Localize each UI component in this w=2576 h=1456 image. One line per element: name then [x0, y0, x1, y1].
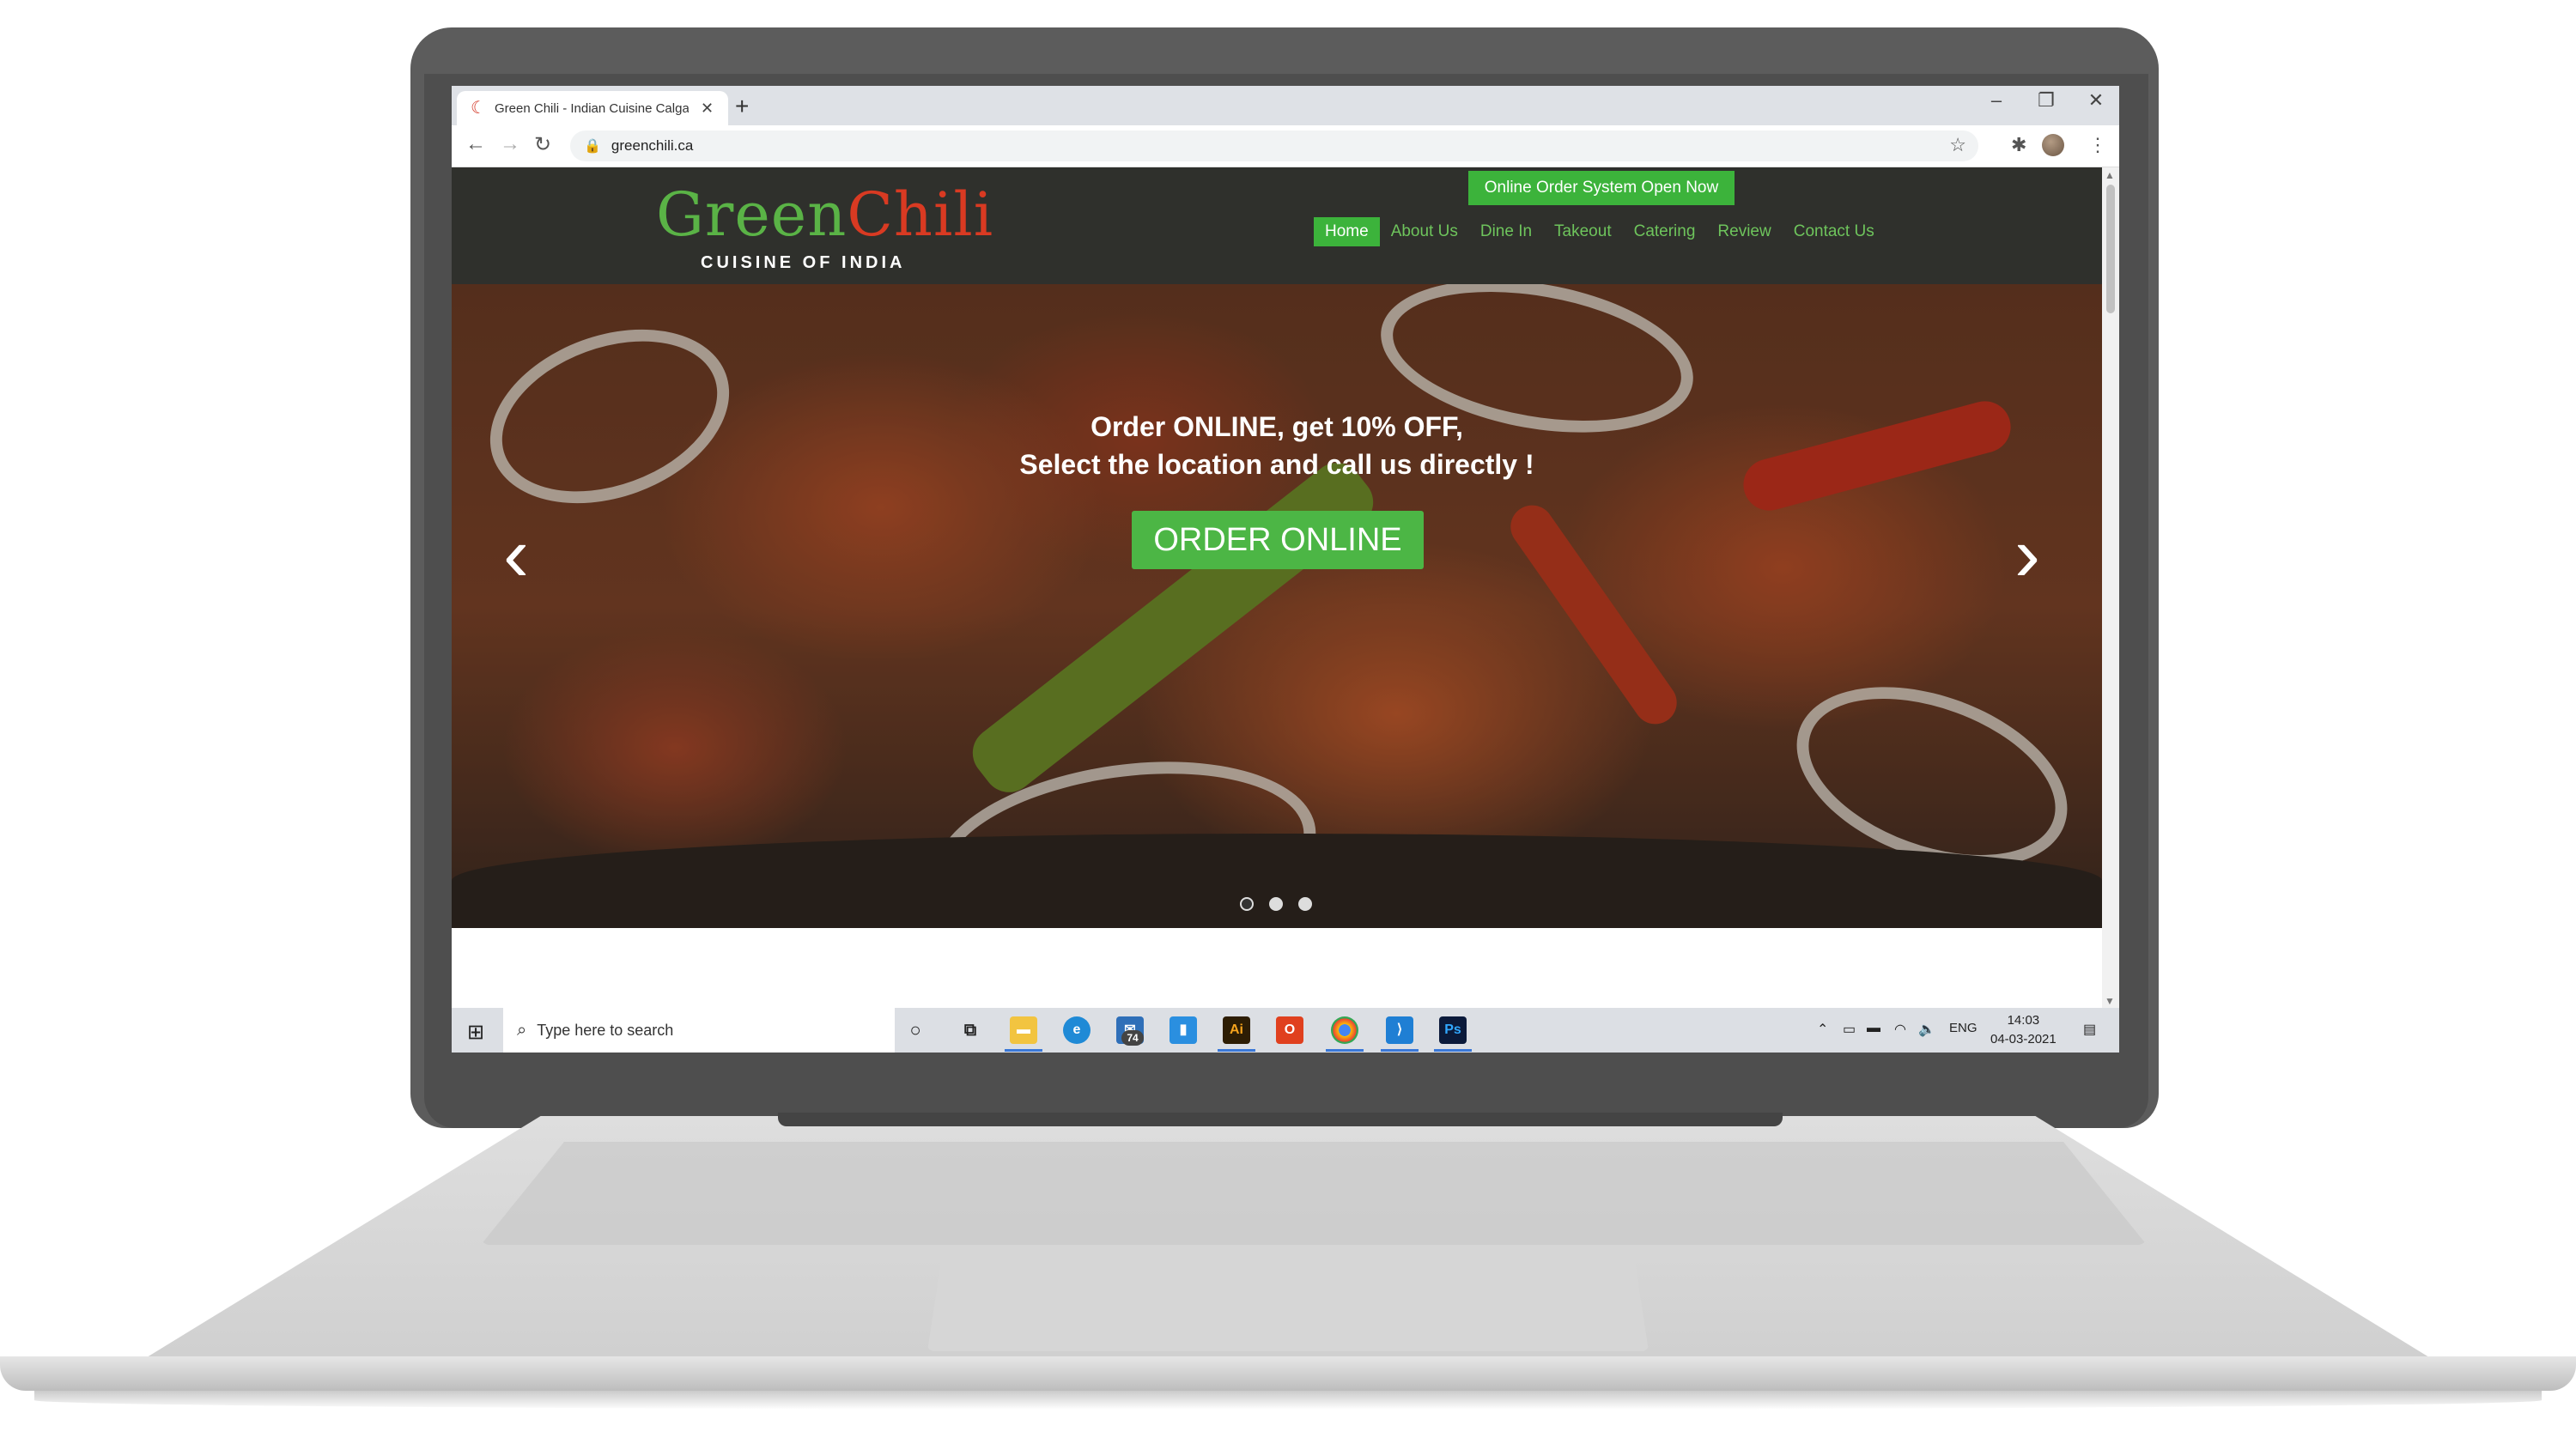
meet-now-icon[interactable]: ▭	[1843, 1021, 1856, 1038]
scroll-up-icon[interactable]: ▲	[2105, 169, 2115, 181]
file-explorer-icon[interactable]: ▬	[1010, 1016, 1037, 1044]
notifications-icon[interactable]: ▤	[2083, 1021, 2096, 1038]
volume-icon[interactable]: 🔈	[1918, 1021, 1935, 1038]
search-icon: ⌕	[517, 1020, 527, 1040]
cortana-icon[interactable]: ○	[902, 1016, 929, 1044]
nav-contact-us[interactable]: Contact Us	[1783, 217, 1886, 246]
windows-taskbar: ⊞ ⌕ Type here to search ○ ⧉ ▬ e ✉ 74 ▮ A…	[452, 1008, 2119, 1053]
nav-review[interactable]: Review	[1706, 217, 1782, 246]
laptop-touchpad	[927, 1257, 1649, 1351]
carousel-prev-icon[interactable]: ‹	[503, 516, 529, 593]
language-indicator[interactable]: ENG	[1949, 1021, 1978, 1035]
nav-takeout[interactable]: Takeout	[1543, 217, 1623, 246]
page-scrollbar[interactable]: ▲ ▼	[2102, 167, 2119, 1009]
tab-title: Green Chili - Indian Cuisine Calgary	[495, 100, 689, 116]
mail-badge: 74	[1121, 1030, 1144, 1046]
windows-start-icon[interactable]: ⊞	[467, 1020, 484, 1045]
edge-icon[interactable]: e	[1063, 1016, 1091, 1044]
logo-tagline: CUISINE OF INDIA	[701, 253, 906, 272]
hero-overlay	[452, 284, 2102, 928]
laptop-front-edge	[0, 1356, 2576, 1391]
screen: ☾ Green Chili - Indian Cuisine Calgary ✕…	[452, 86, 2119, 1053]
nav-home[interactable]: Home	[1314, 217, 1380, 246]
app-running-indicator	[1005, 1049, 1042, 1052]
chili-icon: ☾	[471, 99, 486, 118]
web-page: GreenChili CUISINE OF INDIA Online Order…	[452, 167, 2102, 1009]
taskbar-search[interactable]: ⌕ Type here to search	[503, 1008, 895, 1053]
hero-headline: Order ONLINE, get 10% OFF,	[1091, 411, 1463, 442]
bookmark-star-icon[interactable]: ☆	[1949, 134, 1966, 156]
vscode-icon[interactable]: ⟩	[1386, 1016, 1413, 1044]
illustrator-icon[interactable]: Ai	[1223, 1016, 1250, 1044]
minimize-icon[interactable]: –	[1971, 89, 2021, 112]
browser-tab-strip: ☾ Green Chili - Indian Cuisine Calgary ✕…	[452, 86, 2119, 125]
taskbar-search-placeholder: Type here to search	[537, 1021, 674, 1039]
wifi-icon[interactable]: ◠	[1894, 1021, 1906, 1038]
app-running-indicator	[1381, 1049, 1419, 1052]
hero-carousel: Order ONLINE, get 10% OFF, Select the lo…	[452, 284, 2102, 928]
clock-time: 14:03	[2007, 1013, 2040, 1028]
reload-icon[interactable]: ↻	[534, 132, 551, 157]
site-logo[interactable]: GreenChili	[656, 185, 993, 245]
logo-main: Green	[656, 179, 848, 250]
back-icon[interactable]: ←	[465, 132, 486, 156]
main-nav: Home About Us Dine In Takeout Catering R…	[1314, 217, 1886, 246]
restore-icon[interactable]: ❐	[2021, 89, 2071, 112]
close-tab-icon[interactable]: ✕	[701, 100, 714, 118]
app-running-indicator	[1326, 1049, 1364, 1052]
logo-accent: Chili	[847, 179, 994, 250]
nav-dine-in[interactable]: Dine In	[1469, 217, 1543, 246]
laptop-shadow	[34, 1391, 2542, 1410]
app-running-indicator	[1434, 1049, 1472, 1052]
profile-avatar[interactable]	[2042, 134, 2064, 156]
photoshop-icon[interactable]: Ps	[1439, 1016, 1467, 1044]
office-icon[interactable]: O	[1276, 1016, 1303, 1044]
scroll-down-icon[interactable]: ▼	[2105, 995, 2115, 1007]
tray-overflow-icon[interactable]: ⌃	[1817, 1021, 1828, 1038]
lock-icon: 🔒	[584, 139, 601, 154]
clock-date: 04-03-2021	[1990, 1032, 2057, 1046]
site-header: GreenChili CUISINE OF INDIA Online Order…	[452, 167, 2102, 284]
chrome-icon[interactable]	[1331, 1016, 1358, 1044]
carousel-dot-3[interactable]	[1298, 897, 1312, 911]
nav-about-us[interactable]: About Us	[1380, 217, 1469, 246]
address-bar[interactable]: 🔒 greenchili.ca ☆	[570, 130, 1978, 161]
new-tab-icon[interactable]: +	[735, 93, 749, 120]
forward-icon[interactable]: →	[500, 132, 520, 156]
laptop-keyboard	[481, 1142, 2147, 1245]
scroll-thumb[interactable]	[2106, 185, 2115, 313]
carousel-next-icon[interactable]: ›	[2014, 516, 2040, 593]
carousel-dot-2[interactable]	[1269, 897, 1283, 911]
nav-catering[interactable]: Catering	[1623, 217, 1707, 246]
browser-tab[interactable]: ☾ Green Chili - Indian Cuisine Calgary ✕	[457, 91, 728, 125]
app-running-indicator	[1218, 1049, 1255, 1052]
extensions-icon[interactable]: ✱	[2011, 134, 2026, 156]
laptop-hinge	[778, 1113, 1783, 1126]
task-view-icon[interactable]: ⧉	[957, 1016, 984, 1044]
menu-dots-icon[interactable]: ⋮	[2088, 134, 2107, 156]
carousel-indicators	[1240, 897, 1312, 911]
url-text: greenchili.ca	[611, 137, 694, 154]
order-online-button[interactable]: ORDER ONLINE	[1132, 511, 1424, 569]
carousel-dot-1[interactable]	[1240, 897, 1254, 911]
hero-subline: Select the location and call us directly…	[1019, 449, 1534, 480]
close-window-icon[interactable]: ✕	[2071, 89, 2119, 112]
battery-icon[interactable]: ▬	[1867, 1021, 1880, 1036]
taskbar-clock[interactable]: 14:03 04-03-2021	[1990, 1011, 2057, 1049]
phone-app-icon[interactable]: ▮	[1170, 1016, 1197, 1044]
online-order-banner[interactable]: Online Order System Open Now	[1468, 171, 1735, 205]
browser-toolbar: ← → ↻ 🔒 greenchili.ca ☆ ✱ ⋮	[452, 125, 2119, 167]
